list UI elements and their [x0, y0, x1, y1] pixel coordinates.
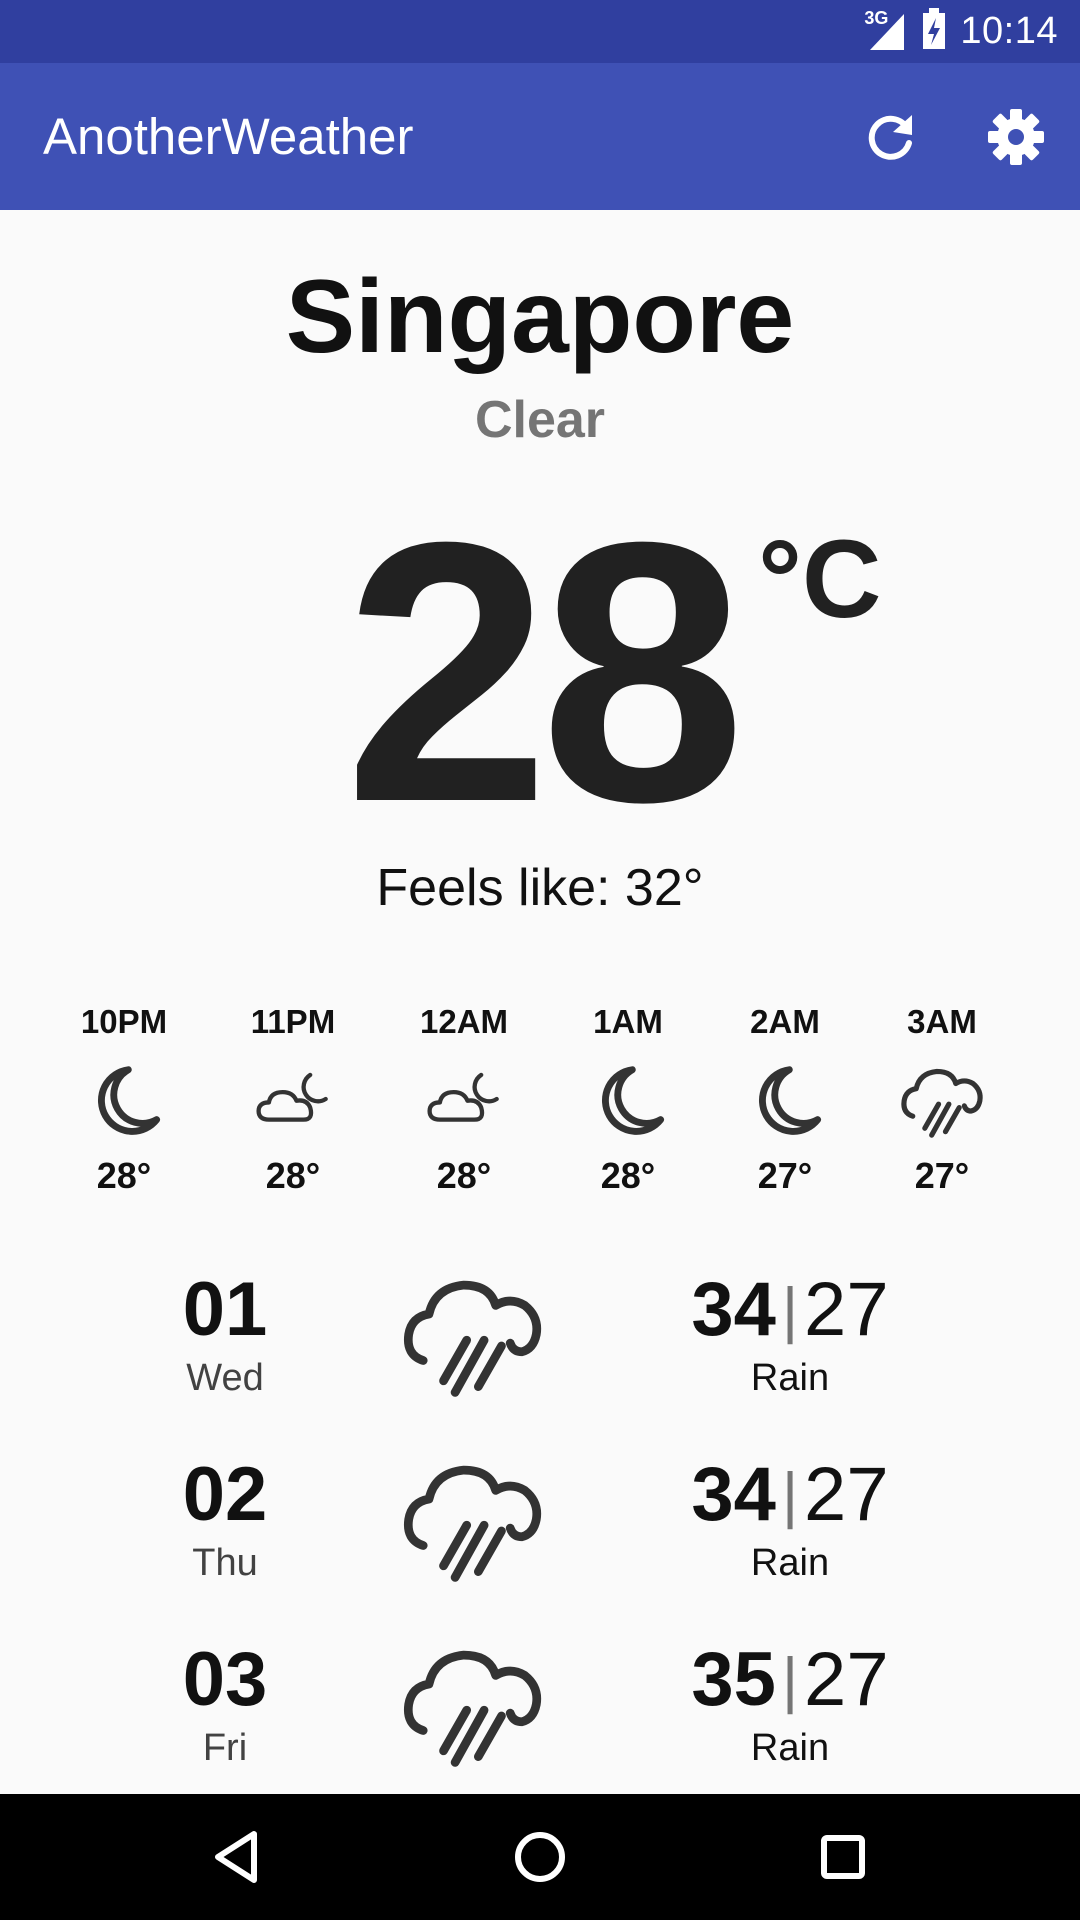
temp-separator: |	[781, 1461, 799, 1530]
navigation-bar	[0, 1794, 1080, 1920]
day-name: Wed	[186, 1357, 264, 1399]
home-button[interactable]	[507, 1824, 573, 1890]
day-condition: Rain	[750, 1727, 830, 1769]
status-bar: 3G 10:14	[0, 0, 1080, 63]
moon-icon	[585, 1056, 671, 1142]
day-number: 01	[182, 1267, 268, 1352]
rain-cloud-icon	[899, 1056, 985, 1142]
day-name: Thu	[192, 1542, 258, 1584]
day-condition: Rain	[750, 1542, 830, 1584]
cloud-moon-icon	[421, 1056, 507, 1142]
status-time: 10:14	[960, 10, 1058, 52]
rain-cloud-icon	[400, 1629, 545, 1774]
settings-button[interactable]	[986, 107, 1046, 167]
day-high-temp: 34	[691, 1452, 776, 1537]
day-name: Fri	[202, 1727, 248, 1769]
daily-row: 03 Fri 35|27 Rain	[0, 1635, 1080, 1805]
moon-icon	[81, 1056, 167, 1142]
day-low-temp: 27	[804, 1452, 889, 1537]
temp-separator: |	[781, 1646, 799, 1715]
app-title: AnotherWeather	[43, 108, 414, 165]
battery-icon	[922, 8, 946, 55]
hour-temp: 28°	[436, 1155, 492, 1196]
hourly-item: 2AM 27°	[705, 1000, 865, 1198]
back-triangle-icon	[215, 1831, 257, 1883]
cloud-moon-icon	[250, 1056, 336, 1142]
recents-button[interactable]	[810, 1824, 876, 1890]
hour-temp: 27°	[914, 1155, 970, 1196]
hour-temp: 28°	[96, 1155, 152, 1196]
hour-time: 10PM	[80, 1003, 168, 1040]
day-number: 03	[182, 1637, 268, 1722]
hour-time: 1AM	[593, 1003, 663, 1040]
day-low-temp: 27	[804, 1637, 889, 1722]
refresh-button[interactable]	[860, 107, 920, 167]
temp-separator: |	[781, 1276, 799, 1345]
day-low-temp: 27	[804, 1267, 889, 1352]
hour-temp: 27°	[757, 1155, 813, 1196]
temperature-unit: °C	[758, 518, 882, 641]
home-circle-icon	[515, 1832, 565, 1882]
moon-icon	[742, 1056, 828, 1142]
hourly-item: 12AM 28°	[384, 1000, 544, 1198]
day-temp-range: 35|27	[660, 1635, 920, 1730]
back-button[interactable]	[204, 1824, 270, 1890]
day-temp-range: 34|27	[660, 1265, 920, 1360]
daily-row: 02 Thu 34|27 Rain	[0, 1450, 1080, 1620]
hour-time: 11PM	[250, 1003, 336, 1040]
rain-cloud-icon	[400, 1259, 545, 1404]
signal-icon: 3G	[864, 8, 908, 52]
hourly-item: 10PM 28°	[44, 1000, 204, 1198]
rain-cloud-icon	[400, 1444, 545, 1589]
hourly-item: 1AM 28°	[548, 1000, 708, 1198]
current-condition: Clear	[474, 391, 606, 449]
refresh-icon	[868, 115, 912, 160]
hourly-item: 11PM 28°	[213, 1000, 373, 1198]
hour-time: 12AM	[419, 1003, 509, 1040]
recents-square-icon	[821, 1835, 865, 1879]
network-type: 3G	[864, 7, 889, 28]
hourly-item: 3AM 27°	[862, 1000, 1022, 1198]
day-condition: Rain	[750, 1357, 830, 1399]
day-high-temp: 34	[691, 1267, 776, 1352]
app-bar: AnotherWeather	[0, 63, 1080, 210]
settings-gear-icon	[988, 109, 1044, 165]
current-temperature: 28	[344, 466, 746, 879]
day-temp-range: 34|27	[660, 1450, 920, 1545]
hour-temp: 28°	[600, 1155, 656, 1196]
hour-temp: 28°	[265, 1155, 321, 1196]
daily-row: 01 Wed 34|27 Rain	[0, 1265, 1080, 1435]
day-number: 02	[182, 1452, 268, 1537]
day-high-temp: 35	[691, 1637, 776, 1722]
hour-time: 2AM	[750, 1003, 820, 1040]
city-name: Singapore	[285, 259, 795, 375]
feels-like: Feels like: 32°	[376, 859, 704, 917]
hour-time: 3AM	[907, 1003, 977, 1040]
